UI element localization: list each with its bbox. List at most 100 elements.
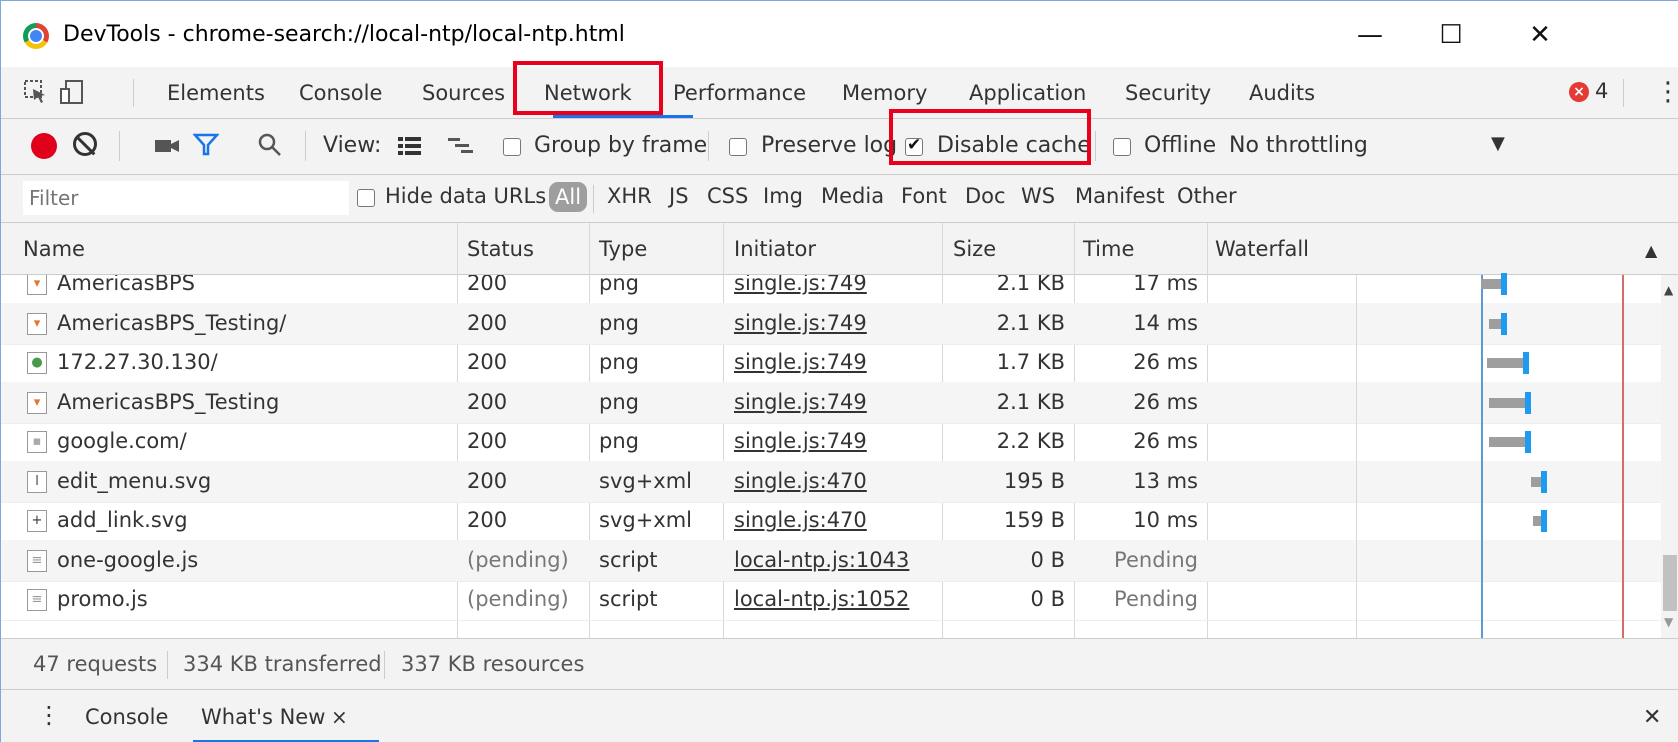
table-row[interactable]: ≡ promo.js (pending) script local-ntp.js:105…	[1, 579, 1661, 621]
close-window-button[interactable]: ✕	[1515, 15, 1565, 55]
filter-type-js[interactable]: JS	[669, 184, 689, 208]
group-by-frame-checkbox[interactable]	[503, 138, 521, 156]
cell-initiator[interactable]: single.js:749	[734, 275, 867, 295]
file-type-icon: I	[27, 470, 47, 493]
disable-cache-label[interactable]: Disable cache	[937, 133, 1091, 158]
large-rows-icon[interactable]	[397, 135, 423, 157]
tab-network[interactable]: Network	[544, 67, 632, 118]
cell-size: 2.2 KB	[996, 429, 1065, 453]
cell-name: AmericasBPS	[57, 275, 195, 295]
preserve-log-label[interactable]: Preserve log	[761, 133, 897, 158]
clear-icon[interactable]	[73, 132, 97, 156]
inspect-element-icon[interactable]	[23, 79, 49, 105]
device-toolbar-icon[interactable]	[59, 79, 85, 105]
table-row[interactable]: Iedit_menu.svg 200 svg+xml single.js:470 195…	[1, 460, 1661, 503]
filter-type-other[interactable]: Other	[1177, 184, 1237, 208]
cell-initiator[interactable]: single.js:470	[734, 469, 867, 493]
table-row[interactable]: ● 172.27.30.130/200 png single.js:749 1.7 KB…	[1, 342, 1661, 384]
scroll-down-icon[interactable]: ▼	[1664, 615, 1673, 629]
filter-input[interactable]	[23, 181, 349, 215]
file-type-icon: ≡	[27, 549, 47, 572]
column-type[interactable]: Type	[599, 237, 647, 261]
close-drawer-icon[interactable]: ✕	[1643, 705, 1661, 730]
cell-initiator[interactable]: single.js:749	[734, 390, 867, 414]
preserve-log-checkbox[interactable]	[729, 138, 747, 156]
table-row[interactable]: ≡ one-google.js (pending) script local-ntp.j…	[1, 539, 1661, 582]
tab-memory[interactable]: Memory	[842, 67, 927, 118]
drawer-menu-icon[interactable]: ⋮	[37, 701, 61, 729]
tab-sources[interactable]: Sources	[422, 67, 505, 118]
minimize-button[interactable]: —	[1345, 15, 1395, 55]
cell-initiator[interactable]: local-ntp.js:1052	[734, 587, 909, 611]
search-icon[interactable]	[257, 132, 283, 158]
cell-initiator[interactable]: single.js:749	[734, 311, 867, 335]
filter-type-ws[interactable]: WS	[1021, 184, 1055, 208]
filter-bar: Hide data URLs All XHR JS CSS Img Media …	[1, 175, 1678, 223]
disable-cache-checkbox[interactable]	[905, 135, 923, 156]
drawer-tab-console[interactable]: Console	[85, 705, 168, 729]
close-tab-icon[interactable]: ×	[331, 705, 348, 729]
file-type-icon: ▪	[27, 431, 47, 453]
throttling-select[interactable]: No throttling	[1229, 133, 1368, 158]
cell-size: 2.1 KB	[996, 389, 1065, 414]
cell-initiator[interactable]: local-ntp.js:1043	[734, 548, 909, 572]
cell-type: png	[599, 389, 639, 414]
filter-type-all[interactable]: All	[549, 182, 588, 212]
waterfall-download-bar	[1523, 352, 1529, 374]
table-row[interactable]: ▾ AmericasBPS_Testing/200 png single.js:749…	[1, 302, 1661, 345]
error-icon[interactable]: ×	[1569, 82, 1589, 102]
table-row[interactable]: ▾ AmericasBPS 200 png single.js:749 2.1 KB 17 …	[1, 275, 1661, 305]
filter-icon[interactable]	[193, 132, 219, 158]
cell-initiator[interactable]: single.js:749	[734, 350, 867, 374]
hide-data-urls-label[interactable]: Hide data URLs	[385, 184, 546, 208]
filter-type-media[interactable]: Media	[821, 184, 884, 208]
waterfall-download-bar	[1525, 391, 1531, 414]
filter-type-img[interactable]: Img	[763, 184, 803, 208]
cell-time: 26 ms	[1133, 350, 1198, 374]
drawer-tab-whats-new[interactable]: What's New	[201, 705, 325, 729]
column-name[interactable]: Name	[23, 237, 85, 261]
table-row[interactable]: ▪ google.com/200 png single.js:749 2.2 KB 26 …	[1, 421, 1661, 463]
file-type-icon: +	[27, 510, 47, 532]
tab-audits[interactable]: Audits	[1249, 67, 1315, 118]
column-status[interactable]: Status	[467, 237, 534, 261]
column-size[interactable]: Size	[953, 237, 996, 261]
filter-type-xhr[interactable]: XHR	[607, 184, 652, 208]
camera-icon[interactable]	[153, 135, 181, 157]
cell-initiator[interactable]: single.js:749	[734, 429, 867, 453]
table-row[interactable]: ▾ AmericasBPS_Testing 200 png single.js:749 2…	[1, 381, 1661, 424]
hide-data-urls-checkbox[interactable]	[357, 189, 375, 207]
column-initiator[interactable]: Initiator	[734, 237, 816, 261]
offline-label[interactable]: Offline	[1144, 133, 1216, 158]
waterfall-download-bar	[1525, 431, 1531, 453]
group-by-frame-label[interactable]: Group by frame	[534, 133, 707, 158]
offline-checkbox[interactable]	[1113, 138, 1131, 156]
scrollbar-thumb[interactable]	[1663, 555, 1677, 611]
filter-type-manifest[interactable]: Manifest	[1075, 184, 1165, 208]
tab-security[interactable]: Security	[1125, 67, 1211, 118]
error-count[interactable]: 4	[1595, 79, 1608, 103]
table-row[interactable]: + add_link.svg 200 svg+xml single.js:470 159 …	[1, 500, 1661, 542]
chrome-logo-icon	[23, 23, 49, 49]
filter-type-css[interactable]: CSS	[707, 184, 748, 208]
waterfall-overview-icon[interactable]	[447, 135, 475, 157]
tab-application[interactable]: Application	[969, 67, 1086, 118]
filter-type-font[interactable]: Font	[901, 184, 947, 208]
scroll-up-icon[interactable]: ▲	[1664, 283, 1673, 297]
column-waterfall[interactable]: Waterfall	[1215, 237, 1309, 261]
tab-elements[interactable]: Elements	[167, 67, 265, 118]
maximize-button[interactable]: ☐	[1426, 15, 1476, 55]
filter-type-doc[interactable]: Doc	[965, 184, 1006, 208]
chevron-down-icon[interactable]: ▼	[1491, 133, 1505, 154]
tab-console[interactable]: Console	[299, 67, 382, 118]
column-time[interactable]: Time	[1083, 237, 1134, 261]
sort-up-icon[interactable]: ▲	[1645, 241, 1657, 260]
filter-separator	[593, 185, 594, 213]
more-options-icon[interactable]: ⋮	[1655, 77, 1678, 107]
toolbar-separator	[305, 131, 306, 161]
cell-initiator[interactable]: single.js:470	[734, 508, 867, 532]
tab-performance[interactable]: Performance	[673, 67, 806, 118]
waterfall-wait-bar	[1533, 516, 1541, 526]
record-icon[interactable]	[31, 133, 57, 159]
transferred-size: 334 KB transferred	[183, 652, 382, 676]
